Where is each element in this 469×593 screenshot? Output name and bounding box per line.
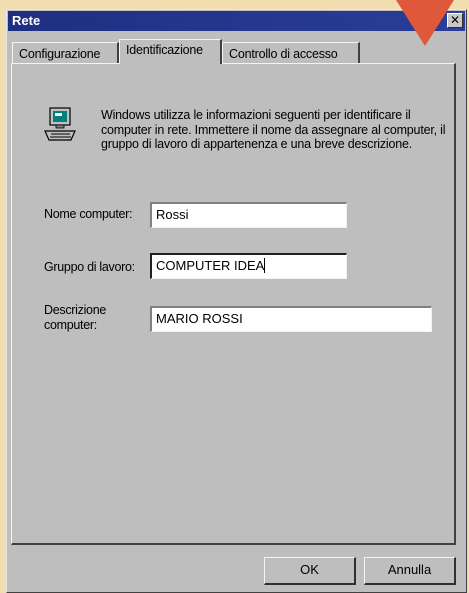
cancel-label: Annulla <box>387 562 432 577</box>
pointer-arrow-icon <box>396 0 454 46</box>
text-caret <box>264 258 266 273</box>
tab-configurazione[interactable]: Configurazione <box>12 42 119 64</box>
tab-controllo-accesso[interactable]: Controllo di accesso <box>222 42 360 64</box>
tab-label: Identificazione <box>126 43 203 57</box>
description-field[interactable]: MARIO ROSSI <box>150 306 432 332</box>
tab-identificazione[interactable]: Identificazione <box>119 39 222 64</box>
workgroup-value: COMPUTER IDEA <box>156 258 265 273</box>
workgroup-field[interactable]: COMPUTER IDEA <box>150 253 347 279</box>
computer-name-field[interactable]: Rossi <box>150 202 347 228</box>
ok-button[interactable]: OK <box>264 557 356 585</box>
tab-label: Controllo di accesso <box>229 47 338 61</box>
ok-label: OK <box>300 562 319 577</box>
description-label-line1: Descrizione <box>44 303 107 317</box>
computer-name-label: Nome computer: <box>44 207 133 221</box>
tab-label: Configurazione <box>19 47 101 61</box>
info-description: Windows utilizza le informazioni seguent… <box>101 108 446 151</box>
description-value: MARIO ROSSI <box>156 311 243 326</box>
window-title: Rete <box>12 13 41 28</box>
computer-name-value: Rossi <box>156 207 189 222</box>
computer-icon <box>44 107 76 141</box>
description-label-line2: computer: <box>44 318 97 332</box>
workgroup-label: Gruppo di lavoro: <box>44 260 135 274</box>
cancel-button[interactable]: Annulla <box>364 557 456 585</box>
